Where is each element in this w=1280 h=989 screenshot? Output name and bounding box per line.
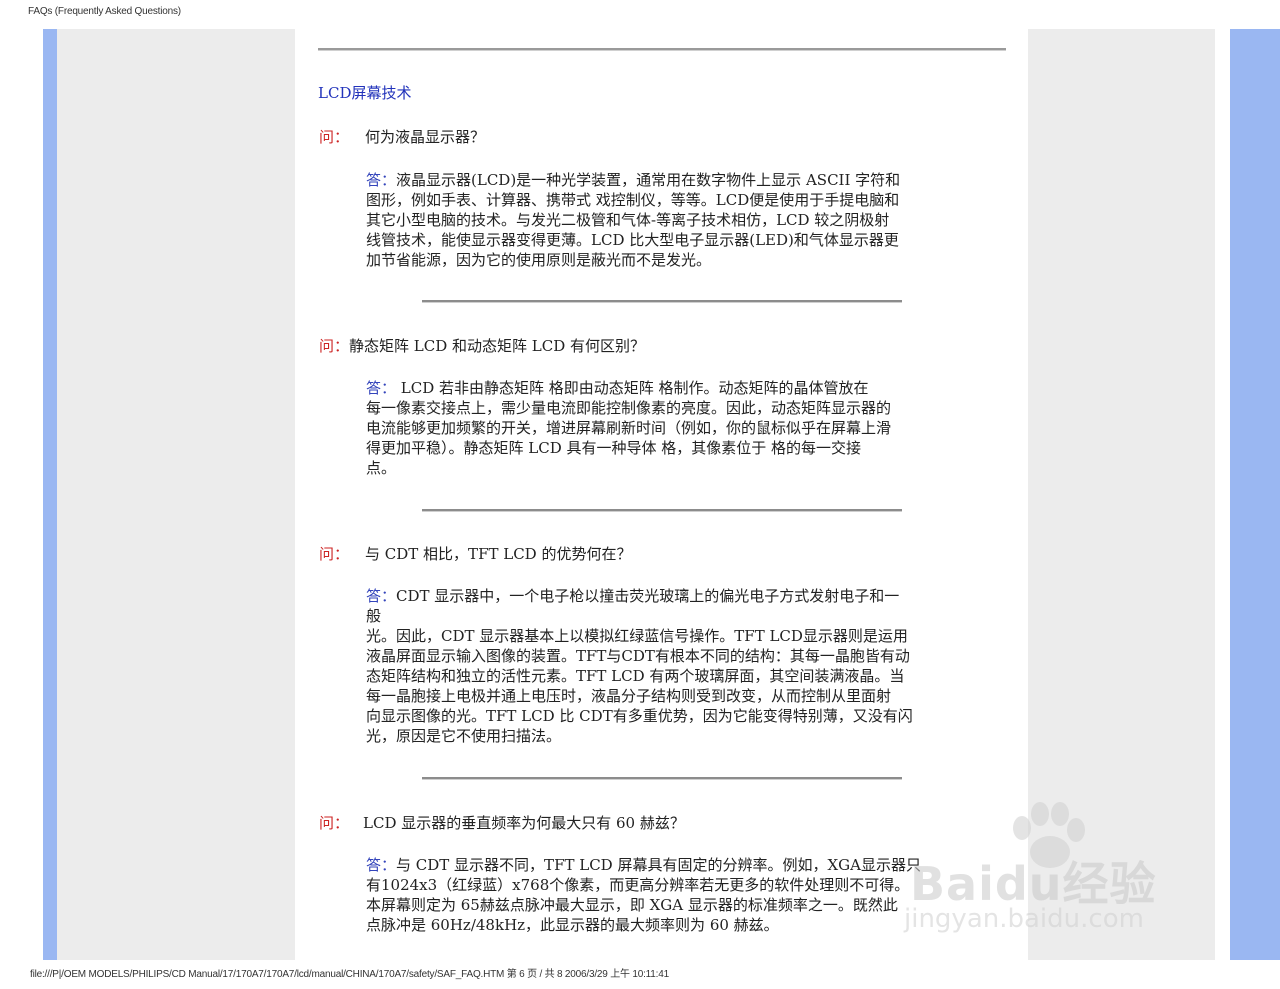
question-2: 问：静态矩阵 LCD 和动态矩阵 LCD 有何区别？ [319,335,645,356]
right-gray-panel [1028,29,1215,960]
answer-line: 图形，例如手表、计算器、携带式 戏控制仪，等等。LCD便是使用于手提电脑和 [366,191,900,209]
answer-line: 光，原因是它不使用扫描法。 [366,727,562,745]
answer-label: 答： [366,379,397,397]
left-gray-panel [57,29,295,960]
footer-path: file:///P|/OEM MODELS/PHILIPS/CD Manual/… [30,969,505,980]
answer-line: 有1024x3（红绿蓝）x768个像素，而更高分辨率若无更多的软件处理则不可得。 [366,876,910,894]
page-header: FAQs (Frequently Asked Questions) [28,6,181,17]
faq-content: LCD屏幕技术 问： 何为液晶显示器？ 答：液晶显示器(LCD)是一种光学装置，通… [295,29,1028,960]
answer-line: 液晶屏面显示输入图像的装置。TFT与CDT有根本不同的结构：其每一晶胞皆有动 [366,647,910,665]
section-title: LCD屏幕技术 [318,84,412,102]
answer-line: 加节省能源，因为它的使用原则是蔽光而不是发光。 [366,251,712,269]
answer-label: 答： [366,171,397,189]
answer-line: 向显示图像的光。TFT LCD 比 CDT有多重优势，因为它能变得特别薄，又没有… [366,707,913,725]
question-text: LCD 显示器的垂直频率为何最大只有 60 赫兹？ [363,814,685,832]
section-divider [422,300,902,303]
answer-line: LCD 若非由静态矩阵 格即由动态矩阵 格制作。动态矩阵的晶体管放在 [396,379,869,397]
question-text: 静态矩阵 LCD 和动态矩阵 LCD 有何区别？ [349,337,646,355]
answer-label: 答： [366,856,397,874]
question-label: 问： [319,545,350,563]
question-label: 问： [319,814,350,832]
answer-line: 光。因此，CDT 显示器基本上以模拟红绿蓝信号操作。TFT LCD显示器则是运用 [366,627,908,645]
question-3: 问： 与 CDT 相比，TFT LCD 的优势何在？ [319,543,631,564]
answer-line: 与 CDT 显示器不同，TFT LCD 屏幕具有固定的分辨率。例如，XGA显示器… [396,856,921,874]
answer-line: 电流能够更加频繁的开关，增进屏幕刷新时间（例如，你的鼠标似乎在屏幕上滑 [366,419,892,437]
answer-4: 答：与 CDT 显示器不同，TFT LCD 屏幕具有固定的分辨率。例如，XGA显… [366,855,966,935]
answer-label: 答： [366,587,397,605]
answer-line: 线管技术，能使显示器变得更薄。LCD 比大型电子显示器(LED)和气体显示器更 [366,231,899,249]
answer-line: 般 [366,607,382,625]
answer-line: CDT 显示器中，一个电子枪以撞击荧光玻璃上的偏光电子方式发射电子和一 [396,587,900,605]
section-divider [422,777,902,780]
question-label: 问： [319,128,350,146]
answer-line: 点。 [366,459,397,477]
answer-line: 点脉冲是 60Hz/48kHz，此显示器的最大频率则为 60 赫兹。 [366,916,779,934]
answer-line: 本屏幕则定为 65赫兹点脉冲最大显示，即 XGA 显示器的标准频率之一。既然此 [366,896,898,914]
right-white-strip [1215,29,1230,960]
footer-page-info: 第 6 页 / 共 8 2006/3/29 上午 10:11:41 [506,969,669,980]
answer-line: 每一晶胞接上电极并通上电压时，液晶分子结构则受到改变，从而控制从里面射 [366,687,892,705]
answer-line: 其它小型电脑的技术。与发光二极管和气体-等离子技术相仿，LCD 较之阴极射 [366,211,890,229]
answer-line: 液晶显示器(LCD)是一种光学装置，通常用在数字物件上显示 ASCII 字符和 [396,171,901,189]
question-4: 问： LCD 显示器的垂直频率为何最大只有 60 赫兹？ [319,812,685,833]
answer-1: 答：液晶显示器(LCD)是一种光学装置，通常用在数字物件上显示 ASCII 字符… [366,170,966,270]
question-text: 何为液晶显示器？ [365,128,486,146]
answer-line: 态矩阵结构和独立的活性元素。TFT LCD 有两个玻璃屏面，其空间装满液晶。当 [366,667,905,685]
left-blue-border [43,29,57,960]
answer-line: 得更加平稳）。静态矩阵 LCD 具有一种导体 格，其像素位于 格的每一交接 [366,439,862,457]
page-footer: file:///P|/OEM MODELS/PHILIPS/CD Manual/… [30,965,669,980]
section-divider [422,509,902,512]
question-label: 问： [319,337,350,355]
question-text: 与 CDT 相比，TFT LCD 的优势何在？ [365,545,632,563]
right-blue-border [1230,29,1280,960]
top-rule [318,48,1006,51]
question-1: 问： 何为液晶显示器？ [319,126,485,147]
answer-line: 每一像素交接点上，需少量电流即能控制像素的亮度。因此，动态矩阵显示器的 [366,399,892,417]
answer-3: 答：CDT 显示器中，一个电子枪以撞击荧光玻璃上的偏光电子方式发射电子和一 般 … [366,586,966,746]
answer-2: 答： LCD 若非由静态矩阵 格即由动态矩阵 格制作。动态矩阵的晶体管放在 每一… [366,378,966,478]
